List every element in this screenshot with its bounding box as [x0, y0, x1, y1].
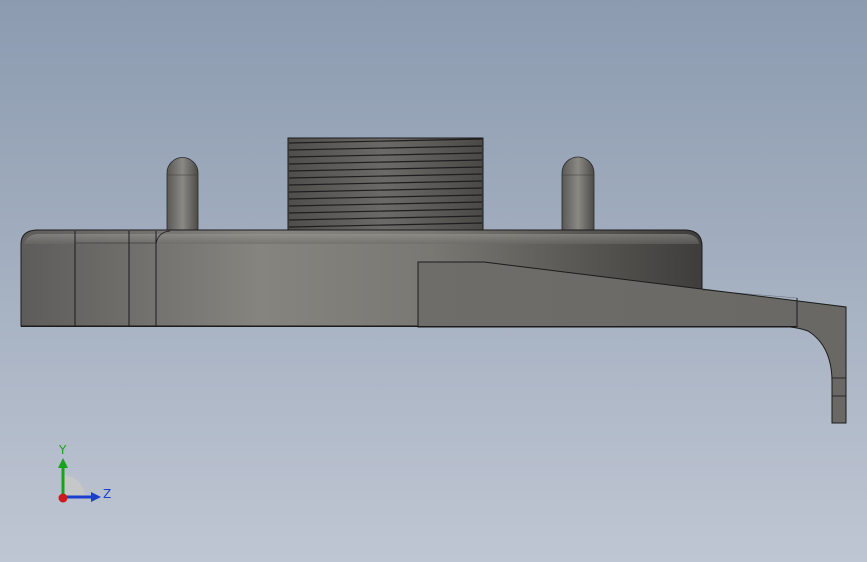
x-axis-dot [58, 493, 68, 503]
view-triad[interactable]: Y Z [48, 440, 118, 510]
threaded-boss[interactable] [287, 137, 484, 231]
sloped-arm[interactable] [417, 261, 847, 424]
graphics-viewport[interactable]: Y Z [0, 0, 867, 562]
y-axis-label: Y [58, 443, 67, 457]
left-pin[interactable] [166, 157, 199, 231]
z-axis-arrow-head [91, 492, 101, 502]
z-axis-label: Z [103, 487, 111, 501]
triad-shading [63, 475, 85, 497]
part-model[interactable] [0, 0, 867, 562]
right-pin[interactable] [561, 156, 595, 231]
y-axis-arrow-head [58, 458, 68, 468]
